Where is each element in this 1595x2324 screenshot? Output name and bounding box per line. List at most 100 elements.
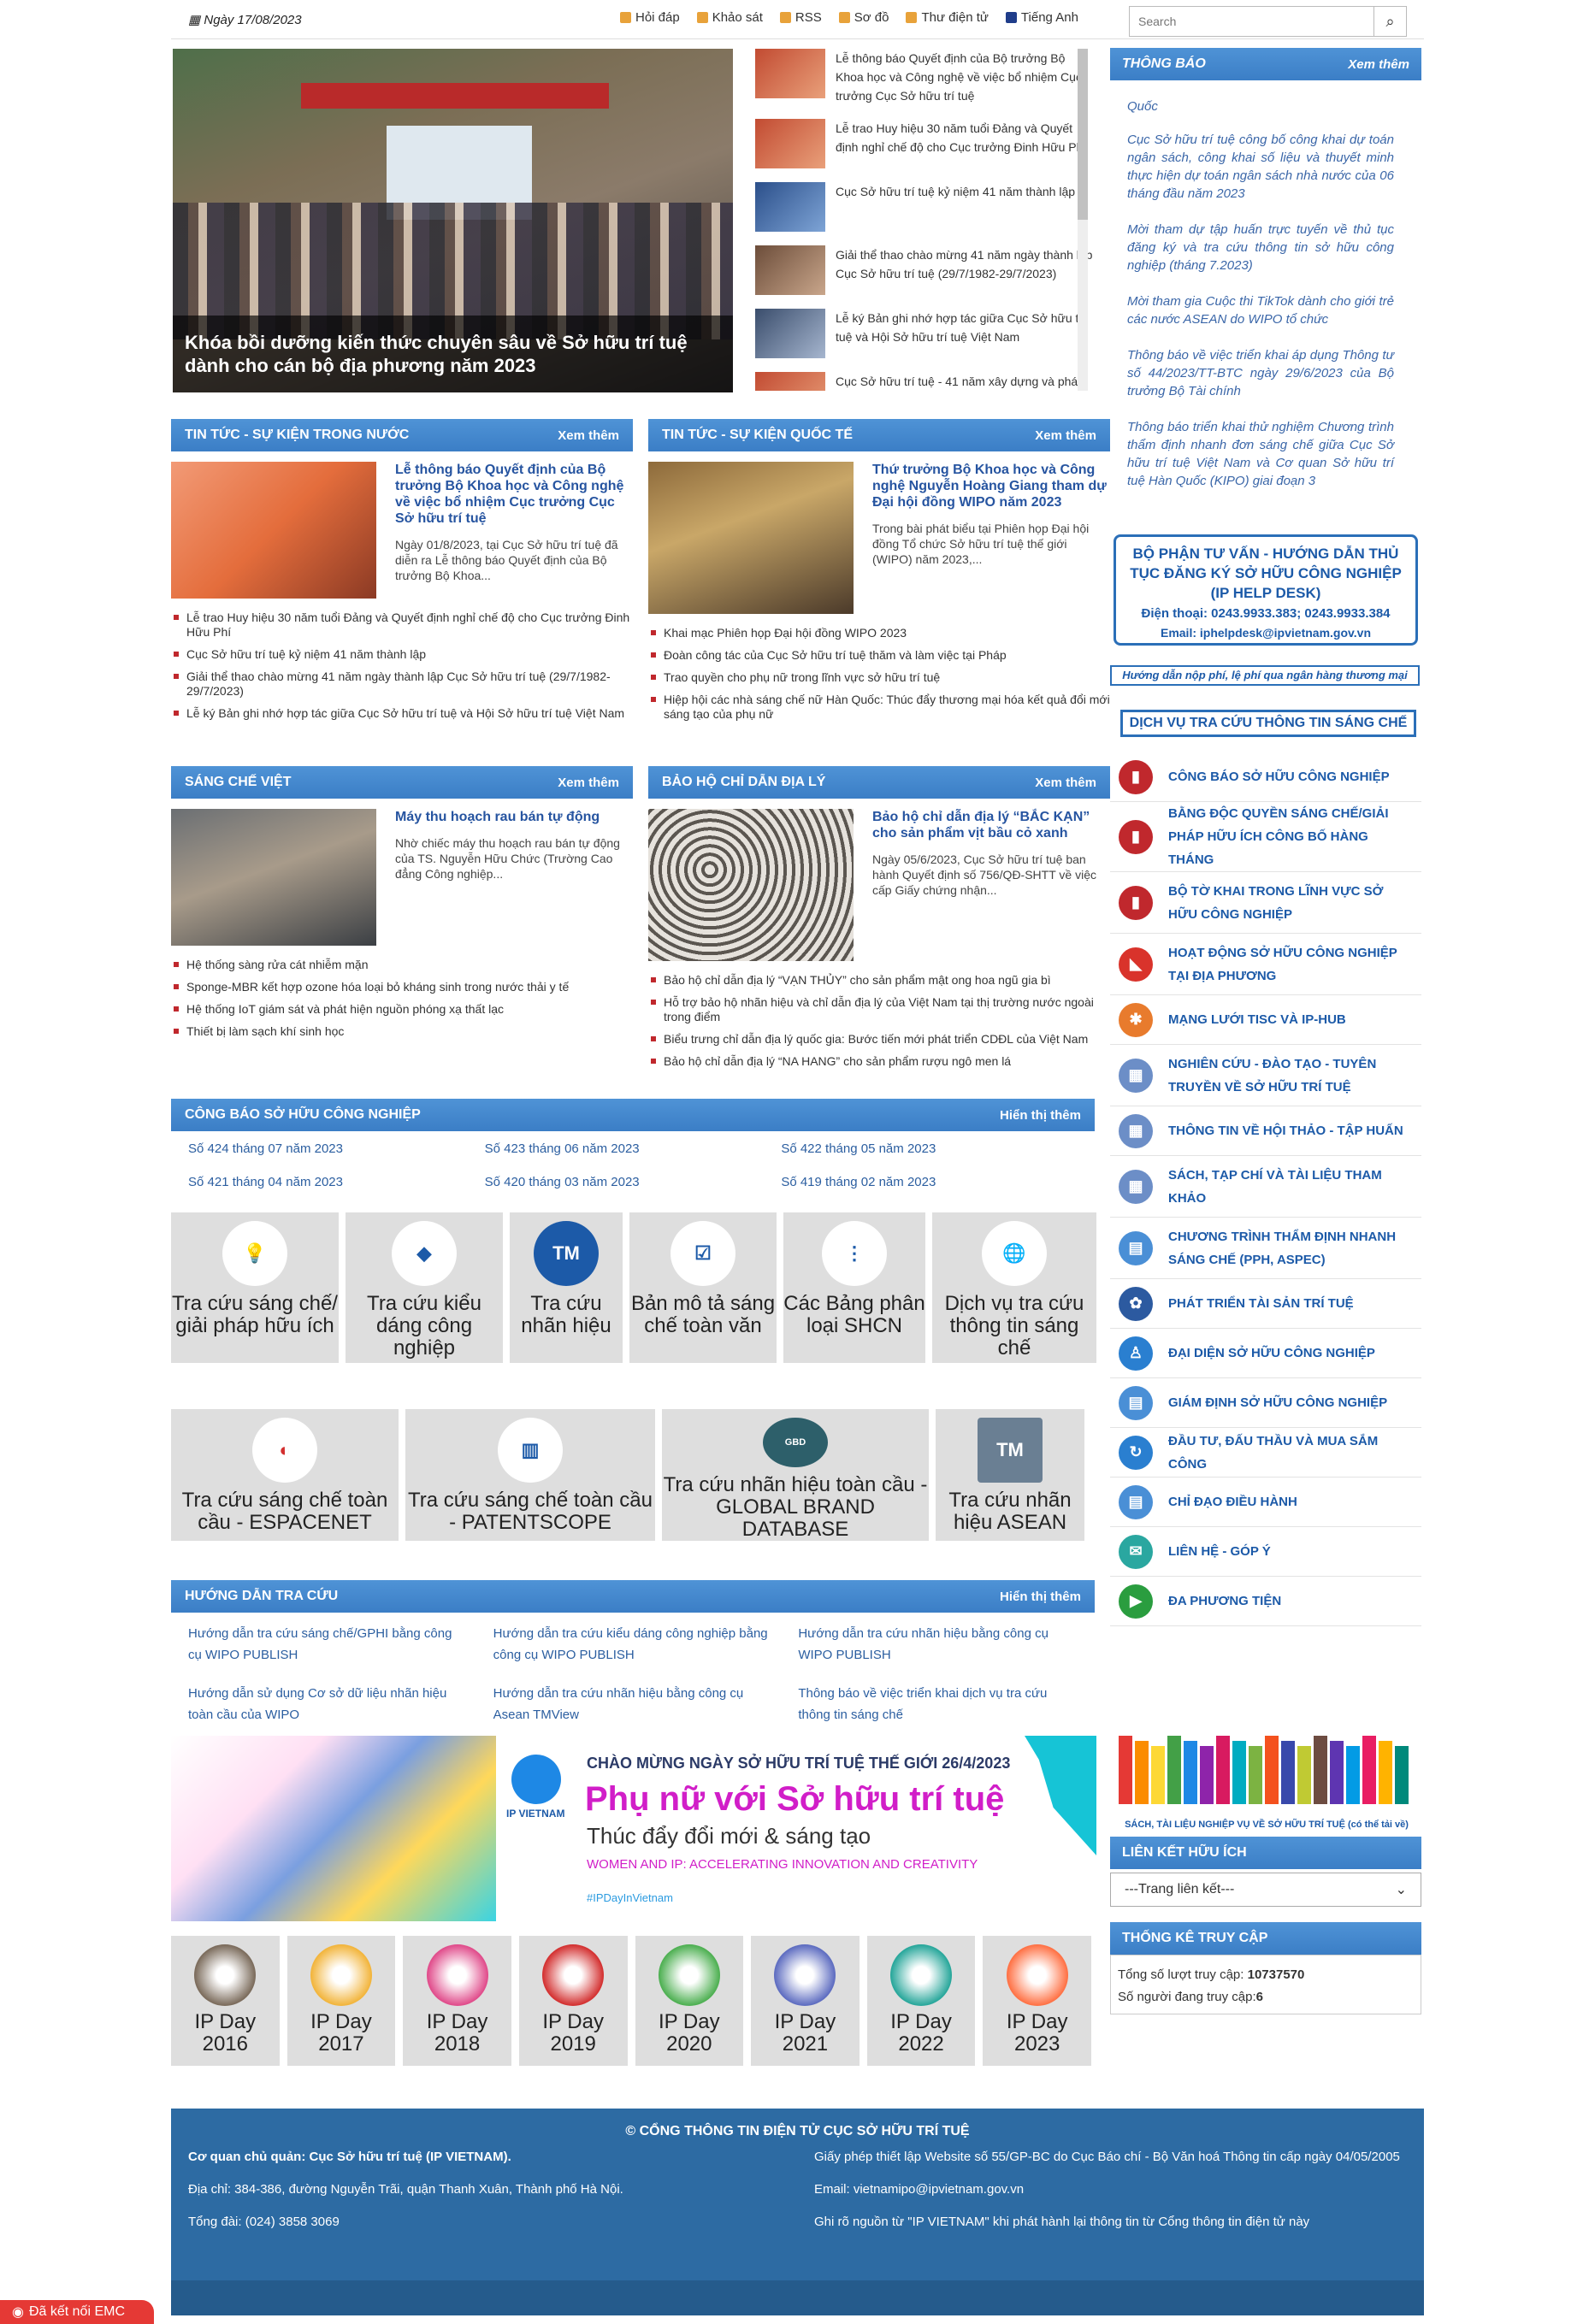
list-item[interactable]: Thông báo triển khai thử nghiệm Chương t… (1127, 418, 1394, 490)
sidebar-item-7[interactable]: ▦ THÔNG TIN VỀ HỘI THẢO - TẬP HUẤN (1110, 1106, 1421, 1156)
list-item[interactable]: Giải thể thao chào mừng 41 năm ngày thàn… (171, 669, 633, 699)
sidebar-item-12[interactable]: ▤ GIÁM ĐỊNH SỞ HỮU CÔNG NGHIỆP (1110, 1378, 1421, 1428)
feature-article[interactable]: Máy thu hoạch rau bán tự động Nhờ chiếc m… (171, 809, 633, 946)
notice-more-link[interactable]: Xem thêm (1348, 57, 1409, 72)
tile-global-brand[interactable]: GBD Tra cứu nhãn hiệu toàn cầu - GLOBAL B… (662, 1409, 929, 1541)
tile-patentscope[interactable]: ▥ Tra cứu sáng chế toàn cầu - PATENTSCOPE (405, 1409, 655, 1541)
list-item[interactable]: Hệ thống IoT giám sát và phát hiện nguồn… (171, 1002, 633, 1017)
scroll-thumb[interactable] (1078, 49, 1088, 220)
list-item[interactable]: Cục Sở hữu trí tuệ kỷ niệm 41 năm thành … (755, 182, 1093, 232)
sidebar-item-10[interactable]: ✿ PHÁT TRIỂN TÀI SẢN TRÍ TUỆ (1110, 1279, 1421, 1329)
guide-item[interactable]: Hướng dẫn tra cứu sáng chế/GPHI bằng côn… (188, 1623, 468, 1666)
guides-more-link[interactable]: Hiển thị thêm (1000, 1590, 1081, 1604)
link-sitemap[interactable]: Sơ đồ (838, 10, 889, 25)
link-english[interactable]: Tiếng Anh (1005, 10, 1078, 25)
list-item[interactable]: Sponge-MBR kết hợp ozone hóa loại bỏ khá… (171, 980, 633, 994)
list-item[interactable]: Cục Sở hữu trí tuệ công bố công khai dự … (1127, 131, 1394, 203)
guide-item[interactable]: Hướng dẫn tra cứu nhãn hiệu bằng công cụ… (493, 1683, 773, 1725)
list-item[interactable]: Hiệp hội các nhà sáng chế nữ Hàn Quốc: T… (648, 693, 1110, 722)
guide-item[interactable]: Hướng dẫn tra cứu kiểu dáng công nghiệp … (493, 1623, 773, 1666)
news-scrollbar[interactable] (1078, 49, 1088, 391)
list-item[interactable]: Lễ thông báo Quyết định của Bộ trưởng Bộ… (755, 49, 1093, 105)
list-item[interactable]: Lễ trao Huy hiệu 30 năm tuổi Đảng và Quy… (171, 610, 633, 640)
list-item[interactable]: Lễ trao Huy hiệu 30 năm tuổi Đảng và Quy… (755, 119, 1093, 168)
world-ip-day-banner[interactable]: IP VIETNAM CHÀO MỪNG NGÀY SỞ HỮU TRÍ TUỆ… (171, 1736, 1096, 1921)
guide-item[interactable]: Thông báo về việc triển khai dịch vụ tra… (798, 1683, 1078, 1725)
sidebar-item-14[interactable]: ▤ CHỈ ĐẠO ĐIỀU HÀNH (1110, 1478, 1421, 1527)
domestic-more-link[interactable]: Xem thêm (558, 428, 619, 443)
tile-trademark-search[interactable]: TM Tra cứu nhãn hiệu (510, 1212, 623, 1363)
ip-day-3[interactable]: IP Day 2018 (403, 1936, 511, 2066)
sidebar-item-11[interactable]: ♙ ĐẠI DIỆN SỞ HỮU CÔNG NGHIỆP (1110, 1329, 1421, 1378)
ip-day-5[interactable]: IP Day 2020 (635, 1936, 744, 2066)
list-item[interactable]: Mời tham dự tập huấn trực tuyến về thủ t… (1127, 221, 1394, 274)
link-faq[interactable]: Hỏi đáp (620, 10, 680, 25)
emc-badge[interactable]: ◉ Đã kết nối EMC (0, 2300, 154, 2324)
international-more-link[interactable]: Xem thêm (1035, 428, 1096, 443)
tile-patent-info-service[interactable]: 🌐 Dịch vụ tra cứu thông tin sáng chế (932, 1212, 1096, 1363)
list-item[interactable]: Thông báo về việc triển khai áp dụng Thô… (1127, 346, 1394, 400)
ip-helpdesk-box[interactable]: BỘ PHẬN TƯ VẤN - HƯỚNG DẪN THỦ TỤC ĐĂNG … (1114, 534, 1418, 646)
invention-more-link[interactable]: Xem thêm (558, 776, 619, 790)
sidebar-item-4[interactable]: ◣ HOẠT ĐỘNG SỞ HỮU CÔNG NGHIỆP TẠI ĐỊA PH… (1110, 934, 1421, 995)
list-item[interactable]: Biểu trưng chỉ dẫn địa lý quốc gia: Bước… (648, 1032, 1110, 1047)
sidebar-item-13[interactable]: ↻ ĐẦU TƯ, ĐẤU THẦU VÀ MUA SẮM CÔNG (1110, 1428, 1421, 1478)
ip-day-4[interactable]: IP Day 2019 (518, 1936, 628, 2066)
sidebar-item-9[interactable]: ▤ CHƯƠNG TRÌNH THẨM ĐỊNH NHANH SÁNG CHẾ (… (1110, 1218, 1421, 1279)
tile-design-search[interactable]: ◆ Tra cứu kiểu dáng công nghiệp (346, 1212, 503, 1363)
links-select[interactable]: ---Trang liên kết--- ⌄ (1110, 1873, 1421, 1907)
feature-article[interactable]: Thứ trưởng Bộ Khoa học và Công nghệ Nguy… (648, 462, 1110, 614)
feature-article[interactable]: Bảo hộ chỉ dẫn địa lý “BẮC KẠN” cho sản … (648, 809, 1110, 961)
tile-patent-search[interactable]: 💡 Tra cứu sáng chế/ giải pháp hữu ích (171, 1212, 339, 1363)
sidebar-item-2[interactable]: ▮ BẰNG ĐỘC QUYỀN SÁNG CHẾ/GIẢI PHÁP HỮU Í… (1110, 802, 1421, 872)
list-item[interactable]: Bảo hộ chỉ dẫn địa lý “VẠN THỦY” cho sản… (648, 973, 1110, 988)
list-item[interactable]: Mời tham gia Cuộc thi TikTok dành cho gi… (1127, 292, 1394, 328)
list-item[interactable]: Cục Sở hữu trí tuệ - 41 năm xây dựng và … (755, 372, 1093, 391)
sidebar-item-16[interactable]: ▶ ĐA PHƯƠNG TIỆN (1110, 1577, 1421, 1626)
gazette-item[interactable]: Số 423 tháng 06 năm 2023 (485, 1141, 782, 1156)
gazette-item[interactable]: Số 421 tháng 04 năm 2023 (188, 1175, 485, 1189)
link-survey[interactable]: Khảo sát (696, 10, 763, 25)
ip-day-8[interactable]: IP Day 2023 (983, 1936, 1091, 2066)
gazette-item[interactable]: Số 422 tháng 05 năm 2023 (781, 1141, 1078, 1156)
ip-day-7[interactable]: IP Day 2022 (866, 1936, 976, 2066)
list-item[interactable]: Khai mạc Phiên họp Đại hội đồng WIPO 202… (648, 626, 1110, 640)
gazette-item[interactable]: Số 424 tháng 07 năm 2023 (188, 1141, 485, 1156)
sidebar-item-8[interactable]: ▦ SÁCH, TẠP CHÍ VÀ TÀI LIỆU THAM KHẢO (1110, 1156, 1421, 1218)
tile-full-text[interactable]: ☑ Bản mô tả sáng chế toàn văn (629, 1212, 777, 1363)
search-button[interactable]: ⌕ (1373, 7, 1406, 36)
sidebar-item-3[interactable]: ▮ BỘ TỜ KHAI TRONG LĨNH VỰC SỞ HỮU CÔNG N… (1110, 872, 1421, 934)
gazette-item[interactable]: Số 420 tháng 03 năm 2023 (485, 1175, 782, 1189)
list-item[interactable]: Lễ ký Bản ghi nhớ hợp tác giữa Cục Sở hữ… (171, 706, 633, 721)
list-item[interactable]: Hỗ trợ bảo hộ nhãn hiệu và chỉ dẫn địa l… (648, 995, 1110, 1024)
list-item[interactable]: Bảo hộ chỉ dẫn địa lý “NA HANG” cho sản … (648, 1054, 1110, 1069)
link-email[interactable]: Thư điện tử (906, 10, 989, 25)
tile-espacenet[interactable]: ◐ Tra cứu sáng chế toàn cầu - ESPACENET (171, 1409, 399, 1541)
list-item[interactable]: Giải thể thao chào mừng 41 năm ngày thàn… (755, 245, 1093, 295)
list-item[interactable]: Lễ ký Bản ghi nhớ hợp tác giữa Cục Sở hữ… (755, 309, 1093, 358)
gazette-item[interactable]: Số 419 tháng 02 năm 2023 (781, 1175, 1078, 1189)
guide-item[interactable]: Hướng dẫn tra cứu nhãn hiệu bằng công cụ… (798, 1623, 1078, 1666)
list-item[interactable]: Thiết bị làm sạch khí sinh học (171, 1024, 633, 1039)
list-item[interactable]: Quốc (1127, 97, 1394, 115)
sidebar-item-5[interactable]: ✱ MẠNG LƯỚI TISC VÀ IP-HUB (1110, 995, 1421, 1045)
geo-more-link[interactable]: Xem thêm (1035, 776, 1096, 790)
fee-guide-link[interactable]: Hướng dẫn nộp phí, lệ phí qua ngân hàng … (1110, 665, 1420, 686)
sidebar-item-1[interactable]: ▮ CÔNG BÁO SỞ HỮU CÔNG NGHIỆP (1110, 752, 1421, 802)
list-item[interactable]: Trao quyền cho phụ nữ trong lĩnh vực sở … (648, 670, 1110, 685)
ip-day-6[interactable]: IP Day 2021 (751, 1936, 860, 2066)
hero-caption[interactable]: Khóa bồi dưỡng kiến thức chuyên sâu về S… (173, 316, 733, 392)
guide-item[interactable]: Hướng dẫn sử dụng Cơ sở dữ liệu nhãn hiệ… (188, 1683, 468, 1725)
ip-day-1[interactable]: IP Day 2016 (171, 1936, 280, 2066)
gazette-more-link[interactable]: Hiển thị thêm (1000, 1108, 1081, 1123)
ip-day-2[interactable]: IP Day 2017 (287, 1936, 396, 2066)
patent-search-service-button[interactable]: DỊCH VỤ TRA CỨU THÔNG TIN SÁNG CHẾ (1120, 710, 1416, 737)
books-banner[interactable]: SÁCH, TÀI LIỆU NGHIỆP VỤ VỀ SỞ HỮU TRÍ T… (1112, 1727, 1421, 1831)
tile-classification[interactable]: ⋮ Các Bảng phân loại SHCN (783, 1212, 925, 1363)
hero-slide[interactable]: Khóa bồi dưỡng kiến thức chuyên sâu về S… (173, 49, 733, 392)
sidebar-item-6[interactable]: ▦ NGHIÊN CỨU - ĐÀO TẠO - TUYÊN TRUYỀN VỀ … (1110, 1045, 1421, 1106)
tile-asean-tmview[interactable]: TM Tra cứu nhãn hiệu ASEAN (936, 1409, 1084, 1541)
link-rss[interactable]: RSS (779, 10, 822, 25)
sidebar-item-15[interactable]: ✉ LIÊN HỆ - GÓP Ý (1110, 1527, 1421, 1577)
list-item[interactable]: Đoàn công tác của Cục Sở hữu trí tuệ thă… (648, 648, 1110, 663)
